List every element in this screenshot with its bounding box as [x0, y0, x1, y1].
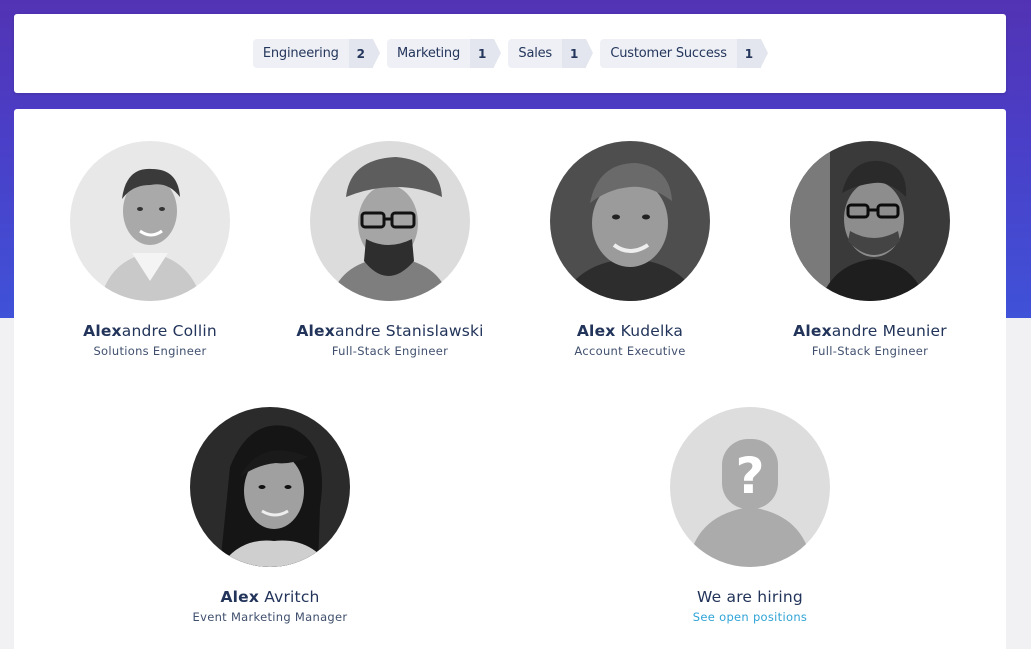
avatar — [190, 407, 350, 567]
member-role: Account Executive — [574, 344, 686, 358]
member-name: Alexandre Collin — [30, 322, 270, 340]
member-role: Full-Stack Engineer — [811, 344, 929, 358]
filter-tag-label: Engineering — [262, 46, 339, 61]
filter-tag-customer-success[interactable]: Customer Success 1 — [600, 39, 768, 68]
avatar — [550, 141, 710, 301]
name-rest: Avritch — [259, 588, 320, 606]
filter-tag-sales[interactable]: Sales 1 — [508, 39, 594, 68]
name-rest: andre Meunier — [831, 322, 947, 340]
team-member-card: Alex Kudelka Account Executive — [510, 141, 750, 358]
name-rest: Kudelka — [615, 322, 684, 340]
name-highlight: Alex — [83, 322, 122, 340]
hiring-card: ? We are hiring See open positions — [630, 407, 870, 624]
filter-tags: Engineering 2 Marketing 1 Sales 1 Custom… — [252, 39, 768, 68]
filter-tag-count: 1 — [562, 39, 587, 68]
filter-tag-label: Customer Success — [610, 46, 727, 61]
member-name: Alex Kudelka — [510, 322, 750, 340]
name-highlight: Alex — [220, 588, 260, 606]
avatar — [70, 141, 230, 301]
team-member-card: Alex Avritch Event Marketing Manager — [150, 407, 390, 624]
filter-tag-count: 1 — [736, 39, 762, 68]
question-person-icon: ? — [670, 407, 830, 567]
member-role: Solutions Engineer — [93, 344, 207, 358]
filter-tag-marketing[interactable]: Marketing 1 — [387, 39, 502, 68]
filter-tag-engineering[interactable]: Engineering 2 — [252, 39, 381, 68]
filter-tag-label: Marketing — [397, 46, 461, 61]
team-grid: Alexandre Collin Solutions Engineer Alex… — [14, 109, 1006, 649]
name-rest: andre Collin — [121, 322, 217, 340]
member-name: Alex Avritch — [150, 588, 390, 606]
avatar — [790, 141, 950, 301]
team-member-card: Alexandre Meunier Full-Stack Engineer — [750, 141, 990, 358]
member-role: Event Marketing Manager — [192, 610, 348, 624]
name-highlight: Alex — [296, 322, 335, 340]
svg-text:?: ? — [735, 447, 764, 505]
member-name: Alexandre Stanislawski — [270, 322, 510, 340]
member-name: Alexandre Meunier — [750, 322, 990, 340]
member-role: Full-Stack Engineer — [331, 344, 449, 358]
avatar — [310, 141, 470, 301]
department-filter-bar: Engineering 2 Marketing 1 Sales 1 Custom… — [14, 14, 1006, 93]
hiring-title: We are hiring — [697, 588, 803, 606]
filter-tag-count: 1 — [470, 39, 495, 68]
open-positions-link[interactable]: See open positions — [630, 610, 870, 624]
filter-tag-label: Sales — [518, 46, 552, 61]
name-highlight: Alex — [793, 322, 832, 340]
name-highlight: Alex — [576, 322, 616, 340]
team-member-card: Alexandre Stanislawski Full-Stack Engine… — [270, 141, 510, 358]
filter-tag-count: 2 — [348, 39, 374, 68]
name-rest: andre Stanislawski — [334, 322, 484, 340]
team-member-card: Alexandre Collin Solutions Engineer — [30, 141, 270, 358]
